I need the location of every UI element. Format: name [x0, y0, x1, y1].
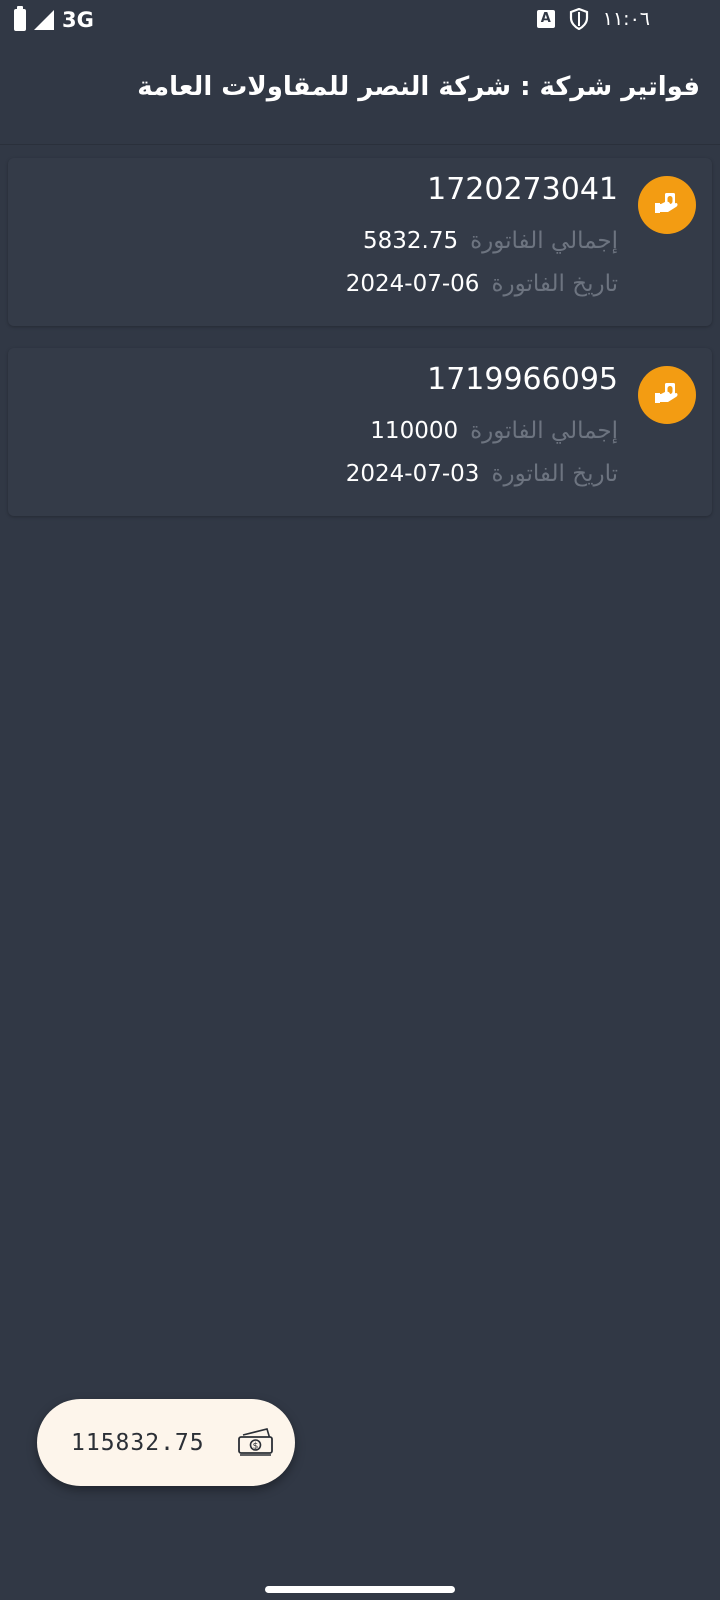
invoice-total-row: إجمالي الفاتورة 110000	[370, 418, 618, 444]
signal-icon	[34, 10, 54, 30]
home-indicator[interactable]	[265, 1586, 455, 1593]
grand-total-button[interactable]: 115832.75 $	[37, 1399, 295, 1486]
battery-icon	[14, 6, 26, 31]
invoice-date-row: تاريخ الفاتورة 2024-07-03	[346, 461, 618, 487]
invoice-list: 1720273041 إجمالي الفاتورة 5832.75 تاريخ…	[8, 158, 712, 538]
invoice-card[interactable]: 1720273041 إجمالي الفاتورة 5832.75 تاريخ…	[8, 158, 712, 326]
app-bar: فواتير شركة : شركة النصر للمقاولات العام…	[0, 48, 720, 145]
invoice-date-label: تاريخ الفاتورة	[491, 461, 618, 487]
invoice-card[interactable]: 1719966095 إجمالي الفاتورة 110000 تاريخ …	[8, 348, 712, 516]
keyboard-indicator-icon: A	[536, 10, 555, 28]
svg-text:$: $	[253, 1442, 259, 1452]
invoice-date-value: 2024-07-03	[345, 461, 480, 487]
status-right: A ١١:٠٦	[536, 8, 650, 30]
money-bill-icon: $	[238, 1428, 273, 1456]
invoice-total-label: إجمالي الفاتورة	[470, 228, 618, 254]
shield-icon	[569, 8, 588, 30]
clock: ١١:٠٦	[602, 8, 650, 30]
invoice-number: 1720273041	[427, 172, 618, 207]
invoice-total-value: 5832.75	[362, 228, 459, 254]
invoice-date-label: تاريخ الفاتورة	[491, 271, 618, 297]
page-title: فواتير شركة : شركة النصر للمقاولات العام…	[137, 72, 700, 102]
invoice-total-label: إجمالي الفاتورة	[470, 418, 618, 444]
invoice-date-row: تاريخ الفاتورة 2024-07-06	[346, 271, 618, 297]
status-left: 3G	[14, 6, 94, 32]
hand-money-icon	[638, 366, 696, 424]
status-bar: 3G A ١١:٠٦	[0, 0, 720, 44]
invoice-number: 1719966095	[427, 362, 618, 397]
invoice-date-value: 2024-07-06	[345, 271, 480, 297]
grand-total-value: 115832.75	[71, 1429, 205, 1456]
hand-money-icon	[638, 176, 696, 234]
network-type: 3G	[62, 8, 94, 32]
invoice-total-row: إجمالي الفاتورة 5832.75	[363, 228, 618, 254]
invoice-total-value: 110000	[370, 418, 459, 444]
